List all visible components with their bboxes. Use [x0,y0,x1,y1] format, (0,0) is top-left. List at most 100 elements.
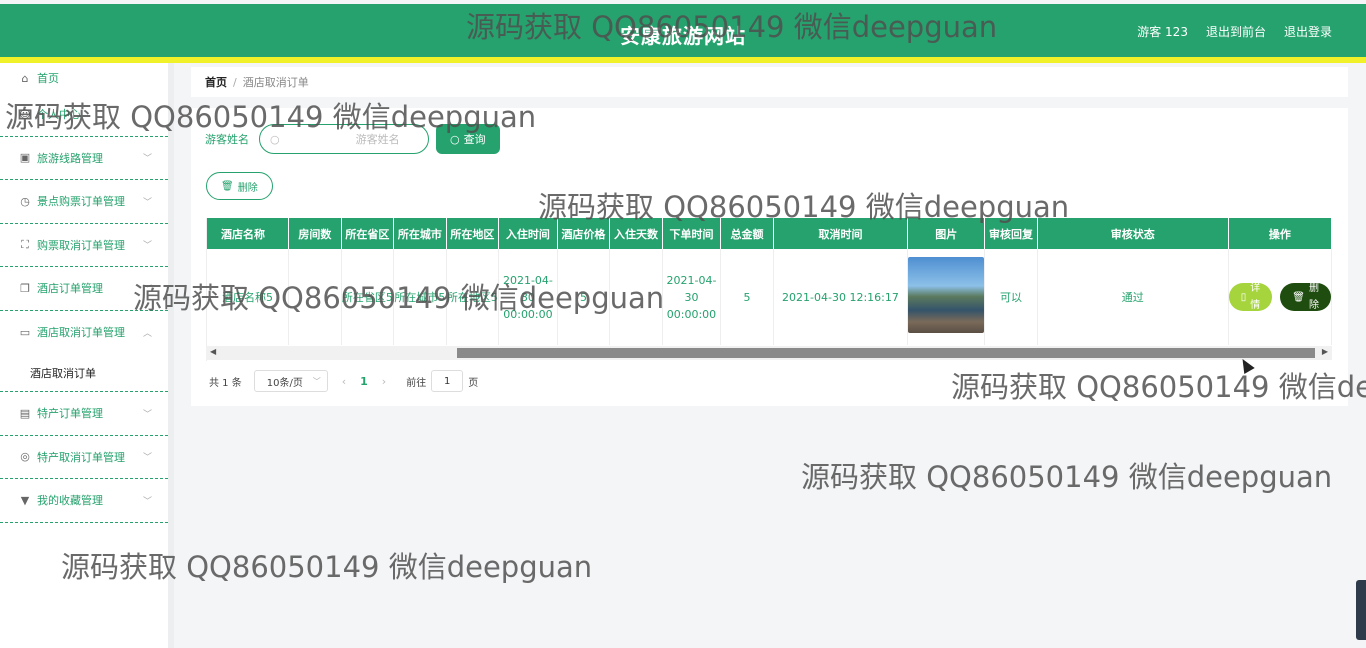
chevron-down-icon: ﹀ [142,453,152,464]
sidebar-item-label: 酒店订单管理 [37,282,103,296]
clock-icon: ◷ [20,194,30,208]
sidebar-item-routes[interactable]: ▣ 旅游线路管理 ﹀ [0,137,168,180]
scrollbar-thumb[interactable] [457,348,1315,358]
breadcrumb-home[interactable]: 首页 [205,74,227,90]
goto-page-input[interactable]: 1 [431,370,464,392]
table-header-days[interactable]: 入住天数 [609,218,663,249]
table-header-image[interactable]: 图片 [907,218,986,249]
top-header: 安康旅游网站 游客 123 退出到前台 退出登录 [0,4,1366,57]
page-size-select[interactable]: 10条/页 ﹀ [253,370,328,392]
table-header-district[interactable]: 所在地区 [446,218,500,249]
logout-link[interactable]: 退出登录 [1284,23,1332,40]
search-input[interactable] [279,132,400,146]
table-header-status[interactable]: 审核状态 [1037,218,1229,249]
user-icon: ☺ [19,107,31,121]
sidebar-item-label: 我的收藏管理 [37,494,103,508]
table-header-price[interactable]: 酒店价格 [557,218,611,249]
sidebar-item-ticket-cancel[interactable]: ⛶ 购票取消订单管理 ﹀ [0,224,168,267]
table-header-hotel[interactable]: 酒店名称 [207,218,290,249]
chat-icon: ▭ [19,325,31,339]
query-button[interactable]: ○ 查询 [436,124,500,154]
sidebar-item-label: 购票取消订单管理 [37,238,125,252]
page-number-current[interactable]: 1 [360,375,368,388]
table-header-checkin[interactable]: 入住时间 [498,218,558,249]
cell-actions: ▯ 详情 🗑 删除 [1228,249,1332,345]
sidebar-item-ticket-orders[interactable]: ◷ 景点购票订单管理 ﹀ [0,180,168,224]
pagination-total: 共 1 条 [209,377,242,389]
hotel-photo[interactable] [908,256,985,333]
sidebar-divider [168,63,174,648]
table-header-city[interactable]: 所在城市 [393,218,447,249]
sidebar-subitem-hotel-cancel-orders[interactable]: 酒店取消订单 [0,354,168,392]
sidebar-item-favorites[interactable]: ▼ 我的收藏管理 ﹀ [0,479,168,523]
sidebar-item-label: 特产取消订单管理 [37,450,125,464]
detail-button[interactable]: ▯ 详情 [1228,283,1273,311]
table-header-actions: 操作 [1228,218,1332,249]
chevron-up-icon: ︿ [142,328,152,339]
sidebar-item-hotel-orders[interactable]: ❐ 酒店订单管理 ﹀ [0,267,168,311]
chevron-down-icon: ﹀ [142,197,152,208]
breadcrumb: 首页 / 酒店取消订单 [191,67,1348,97]
sidebar-item-label: 个人中心 [37,108,81,122]
sidebar-item-specialty-cancel[interactable]: ◎ 特产取消订单管理 ﹀ [0,436,168,479]
current-user: 游客 123 [1137,25,1188,39]
batch-delete-button[interactable]: 🗑 删除 [206,172,273,200]
delete-button[interactable]: 🗑 删除 [1280,283,1331,311]
header-accent-strip [0,57,1366,63]
orders-table-grid: 酒店名称 房间数 所在省区 所在城市 所在地区 入住时间 酒店价格 入住天数 下… [207,218,1332,345]
chevron-down-icon: ﹀ [312,376,321,386]
table-header-total[interactable]: 总金额 [720,218,774,249]
batch-delete-label: 删除 [237,182,258,194]
next-page-icon[interactable]: › [382,375,386,388]
prev-page-icon[interactable]: ‹ [342,375,346,388]
sidebar-item-home[interactable]: ⌂ 首页 [0,63,168,93]
watermark: 源码获取 QQ86050149 微信deepguan [801,460,1333,494]
sidebar-item-profile[interactable]: ☺ 个人中心 [0,93,168,137]
sidebar-item-label: 首页 [37,72,59,85]
sidebar-item-label: 旅游线路管理 [37,151,103,165]
row-actions: ▯ 详情 🗑 删除 [1228,283,1331,311]
table-header-row: 酒店名称 房间数 所在省区 所在城市 所在地区 入住时间 酒店价格 入住天数 下… [207,218,1332,249]
table-header-province[interactable]: 所在省区 [341,218,395,249]
table-header-cancel-time[interactable]: 取消时间 [773,218,909,249]
scroll-left-icon[interactable]: ◀ [210,347,216,356]
search-field[interactable]: ○ [259,124,429,154]
cell-checkin-time: 2021-04-30 00:00:00 [498,249,558,345]
sidebar-item-specialty-orders[interactable]: ▤ 特产订单管理 ﹀ [0,392,168,436]
table-header-reply[interactable]: 审核回复 [984,218,1038,249]
table-header-order-time[interactable]: 下单时间 [662,218,722,249]
trash-icon: 🗑 [221,180,234,192]
cell-rooms [288,249,342,345]
to-front-link[interactable]: 退出到前台 [1206,23,1266,40]
header-actions: 游客 123 退出到前台 退出登录 [1137,23,1332,40]
main-panel: 游客姓名 ○ ○ 查询 🗑 删除 酒店名称 房间数 所在省区 所在城市 所在 [191,108,1348,406]
chevron-down-icon: ﹀ [142,154,152,165]
chevron-down-icon: ﹀ [142,241,152,252]
cell-order-time: 2021-04-30 00:00:00 [662,249,722,345]
aperture-icon: ◎ [20,450,30,464]
trash-icon: 🗑 [1292,291,1305,303]
sidebar: ⌂ 首页 ☺ 个人中心 ▣ 旅游线路管理 ﹀ ◷ 景点购票订单管理 ﹀ ⛶ 购票… [0,63,168,648]
table-horizontal-scrollbar[interactable]: ◀ ▶ [206,346,1332,360]
cell-district: 所在地区5 [446,249,500,345]
search-icon: ○ [450,132,460,146]
cell-price: 5 [557,249,611,345]
page-size-value: 10条/页 [266,377,303,389]
clipboard-icon: ▤ [19,406,31,420]
table-header-rooms[interactable]: 房间数 [288,218,342,249]
sidebar-item-label: 酒店取消订单管理 [37,326,125,340]
search-label: 游客姓名 [205,133,249,146]
cell-reply: 可以 [984,249,1038,345]
scroll-right-icon[interactable]: ▶ [1322,347,1328,356]
cell-cancel-time: 2021-04-30 12:16:17 [773,249,909,345]
chevron-down-icon: ﹀ [142,284,152,295]
cell-province: 所在省区5 [341,249,395,345]
chevron-down-icon: ﹀ [142,496,152,507]
document-icon: ▯ [1240,291,1247,303]
goto-suffix: 页 [468,377,479,389]
sidebar-item-hotel-cancel[interactable]: ▭ 酒店取消订单管理 ︿ [0,311,168,355]
clipboard-icon: ▣ [19,151,31,165]
orders-table: 酒店名称 房间数 所在省区 所在城市 所在地区 入住时间 酒店价格 入住天数 下… [206,218,1332,361]
sidebar-subitem-label: 酒店取消订单 [30,366,96,380]
side-widget[interactable] [1356,580,1366,640]
